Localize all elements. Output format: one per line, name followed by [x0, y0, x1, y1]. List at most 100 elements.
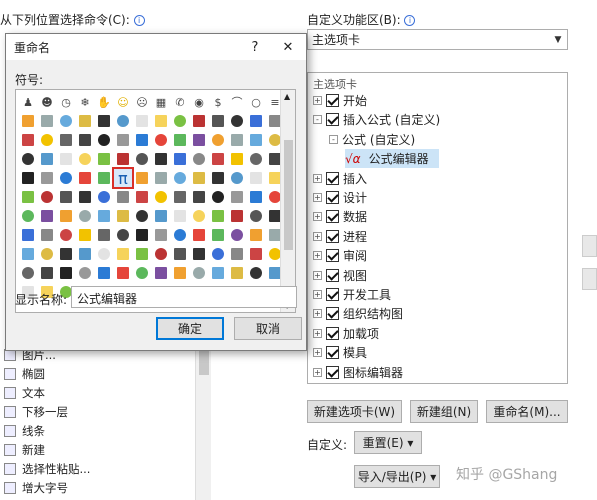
symbol-cell[interactable]: ☹ [134, 94, 150, 110]
symbol-cell[interactable] [39, 265, 55, 281]
symbol-cell[interactable] [115, 246, 131, 262]
symbol-cell[interactable] [134, 265, 150, 281]
tree-checkbox[interactable] [326, 346, 339, 360]
symbol-cell[interactable] [191, 132, 207, 148]
tree-item[interactable]: - 插入公式 (自定义) [313, 110, 440, 129]
symbol-cell[interactable] [153, 151, 169, 167]
tree-item[interactable]: + 开始 [313, 91, 367, 110]
tree-checkbox[interactable] [326, 326, 339, 340]
symbol-cell[interactable] [153, 265, 169, 281]
symbol-cell[interactable] [191, 265, 207, 281]
symbol-cell[interactable] [134, 132, 150, 148]
command-list[interactable]: 图片... 椭圆 文本 下移一层 线条 新建 选择性粘贴... 增大字号 [0, 345, 212, 500]
symbol-cell[interactable] [210, 113, 226, 129]
symbol-cell[interactable] [77, 132, 93, 148]
symbol-cell[interactable] [248, 113, 264, 129]
tree-checkbox[interactable] [326, 288, 339, 301]
symbol-cell[interactable] [210, 151, 226, 167]
symbol-cell[interactable] [229, 170, 245, 186]
symbol-grid[interactable]: π≡○⌒$◉✆▦☹☺✋❄◷☻♟ ▲ ▼ [15, 89, 296, 313]
symbol-cell[interactable] [229, 113, 245, 129]
symbol-cell[interactable] [115, 227, 131, 243]
symbol-cell[interactable] [153, 113, 169, 129]
symbol-cell[interactable] [229, 189, 245, 205]
tree-checkbox[interactable] [326, 229, 339, 243]
symbol-cell[interactable]: ❄ [77, 94, 93, 110]
expand-icon[interactable]: + [313, 328, 322, 338]
symbol-cell[interactable] [229, 208, 245, 224]
symbol-cell[interactable] [248, 265, 264, 281]
symbol-cell[interactable] [134, 227, 150, 243]
tree-checkbox[interactable] [326, 268, 339, 282]
symbol-cell[interactable]: ⌒ [229, 94, 245, 110]
symbol-cell[interactable] [210, 189, 226, 205]
expand-icon[interactable]: + [313, 309, 322, 319]
symbol-cell[interactable] [248, 208, 264, 224]
symbol-cell[interactable] [191, 170, 207, 186]
symbol-cell[interactable] [77, 208, 93, 224]
command-list-item[interactable]: 椭圆 [0, 364, 212, 383]
symbol-cell[interactable]: ♟ [20, 94, 36, 110]
reset-button[interactable]: 重置(E) ▾ [354, 431, 422, 454]
symbol-cell[interactable] [20, 189, 36, 205]
symbol-cell[interactable] [172, 246, 188, 262]
symbol-cell[interactable] [20, 151, 36, 167]
symbol-cell[interactable] [172, 227, 188, 243]
scroll-up-icon[interactable]: ▲ [284, 92, 290, 101]
symbol-cell[interactable] [39, 132, 55, 148]
collapse-icon[interactable]: - [313, 115, 322, 125]
symbol-cell[interactable] [58, 151, 74, 167]
symbol-cell[interactable]: ✋ [96, 94, 112, 110]
symbol-cell[interactable] [210, 227, 226, 243]
symbol-cell[interactable] [39, 246, 55, 262]
symbol-cell[interactable] [58, 265, 74, 281]
symbol-cell[interactable] [20, 246, 36, 262]
symbol-cell[interactable] [39, 208, 55, 224]
symbol-cell[interactable] [96, 151, 112, 167]
tree-checkbox[interactable] [326, 94, 339, 107]
symbol-cell[interactable] [172, 132, 188, 148]
symbol-cell[interactable] [172, 208, 188, 224]
tree-item[interactable]: + 进程 [313, 227, 367, 246]
symbol-cell[interactable] [39, 170, 55, 186]
display-name-field[interactable]: 公式编辑器 [71, 286, 297, 308]
symbol-cell[interactable] [134, 113, 150, 129]
ribbon-tree[interactable]: 主选项卡 + 开始 - 插入公式 (自定义) - 公式 (自定义) √α 公式编辑器 + 插入 + 设… [307, 72, 568, 384]
symbol-cell[interactable] [96, 246, 112, 262]
expand-icon[interactable]: + [313, 251, 322, 261]
symbol-cell[interactable] [153, 170, 169, 186]
symbol-cell[interactable] [77, 227, 93, 243]
symbol-cell[interactable] [210, 208, 226, 224]
symbol-cell[interactable] [229, 132, 245, 148]
symbol-cell[interactable] [134, 246, 150, 262]
symbol-cell[interactable] [229, 265, 245, 281]
symbol-cell[interactable] [191, 208, 207, 224]
new-tab-button[interactable]: 新建选项卡(W) [307, 400, 402, 423]
expand-icon[interactable]: + [313, 367, 322, 377]
command-list-item[interactable]: 新建 [0, 440, 212, 459]
symbol-cell[interactable] [58, 227, 74, 243]
expand-icon[interactable]: + [313, 290, 322, 299]
symbol-cell[interactable] [229, 246, 245, 262]
symbol-cell[interactable] [115, 265, 131, 281]
symbol-cell[interactable] [191, 246, 207, 262]
symbol-cell[interactable] [210, 246, 226, 262]
symbol-cell[interactable] [172, 151, 188, 167]
symbol-cell[interactable] [39, 113, 55, 129]
symbol-cell[interactable]: $ [210, 94, 226, 110]
ribbon-dropdown[interactable]: 主选项卡 ▼ [307, 29, 568, 50]
expand-icon[interactable]: + [313, 96, 322, 105]
symbol-cell[interactable] [58, 189, 74, 205]
symbol-cell[interactable] [58, 246, 74, 262]
symbol-cell[interactable] [172, 113, 188, 129]
symbol-cell[interactable] [248, 132, 264, 148]
help-button[interactable]: ? [240, 40, 270, 55]
tree-checkbox[interactable] [326, 191, 339, 204]
symbol-cell[interactable] [229, 227, 245, 243]
symbol-cell[interactable]: ▦ [153, 94, 169, 110]
tree-item[interactable]: + 图标编辑器 [313, 363, 403, 382]
expand-icon[interactable]: + [313, 231, 322, 241]
tree-checkbox[interactable] [326, 171, 339, 185]
symbol-grid-scrollbar[interactable]: ▲ ▼ [280, 90, 295, 312]
tree-item[interactable]: √α 公式编辑器 [345, 149, 439, 169]
